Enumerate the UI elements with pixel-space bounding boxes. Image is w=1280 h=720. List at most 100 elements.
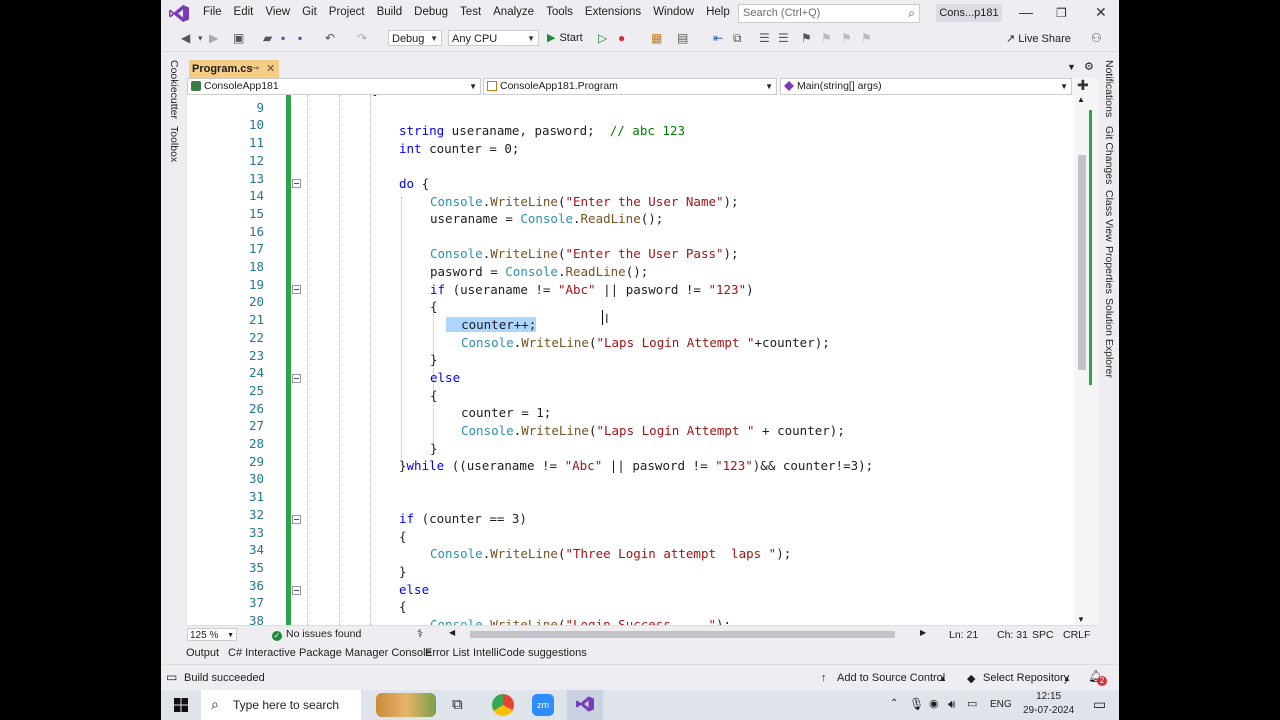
toolbox-tab[interactable]: Toolbox	[168, 126, 180, 162]
menu-test[interactable]: Test	[454, 6, 487, 18]
collapse-toggle[interactable]	[292, 285, 301, 294]
settings-gear-icon[interactable]: ⚙	[1084, 60, 1094, 73]
volume-icon[interactable]: 🔊︎	[948, 697, 956, 712]
zoom-select[interactable]: 125 % ▼	[187, 628, 237, 641]
class-dropdown[interactable]: ConsoleApp181.Program ▼	[483, 78, 777, 95]
menu-view[interactable]: View	[259, 6, 296, 18]
code-editor[interactable]: 8 9 10 11 12 13 14 15 16 17 18 19 20 21 …	[187, 95, 1074, 625]
open-file-icon[interactable]: ▰	[263, 31, 272, 45]
solution-explorer-tab[interactable]: Solution Explorer	[1103, 298, 1115, 378]
layout-icon[interactable]: ▤	[677, 31, 688, 45]
clear-bookmarks-icon[interactable]: ⚑	[861, 31, 872, 45]
menu-edit[interactable]: Edit	[228, 6, 260, 18]
breakpoints-icon[interactable]: ⧉	[733, 31, 742, 46]
issues-indicator[interactable]: ✓ No issues found	[272, 628, 361, 641]
platform-select[interactable]: Any CPU ▼	[448, 30, 539, 46]
scroll-down-icon[interactable]: ▼	[1077, 615, 1085, 624]
scroll-up-icon[interactable]: ▲	[1077, 95, 1085, 104]
task-view-icon[interactable]: ⧉	[452, 696, 463, 713]
tab-output[interactable]: Output	[186, 647, 219, 659]
hot-reload-icon[interactable]: ●	[618, 31, 625, 45]
line-ending-indicator[interactable]: CRLF	[1063, 629, 1090, 641]
menu-project[interactable]: Project	[323, 6, 371, 18]
windows-start-icon[interactable]	[174, 698, 188, 712]
chrome-icon[interactable]	[492, 694, 514, 716]
toolbar-tool-icon[interactable]: ▦	[651, 31, 662, 45]
location-icon[interactable]: ◉	[929, 697, 939, 710]
uncomment-icon[interactable]: ☰	[778, 31, 789, 45]
menu-debug[interactable]: Debug	[408, 6, 454, 18]
dropdown-icon[interactable]: ▾	[198, 33, 203, 44]
configuration-select[interactable]: Debug ▼	[388, 30, 442, 46]
undo-icon[interactable]: ↶	[325, 31, 335, 45]
notifications-tab[interactable]: Notifications	[1103, 60, 1115, 117]
collapse-toggle[interactable]	[292, 374, 301, 383]
pin-icon[interactable]: ⊸	[251, 60, 259, 78]
split-window-icon[interactable]: ✚	[1077, 77, 1089, 94]
whitespace-indicator[interactable]: SPC	[1032, 629, 1054, 641]
battery-icon[interactable]: ▭	[967, 697, 977, 710]
line-indicator[interactable]: Ln: 21	[949, 629, 978, 641]
menu-git[interactable]: Git	[296, 6, 323, 18]
comment-out-icon[interactable]: ☰	[759, 31, 770, 45]
new-project-icon[interactable]: ▣	[233, 31, 244, 45]
scroll-right-icon[interactable]: ▶	[920, 628, 926, 637]
menu-build[interactable]: Build	[371, 6, 409, 18]
widget-tiger-icon[interactable]	[376, 693, 436, 717]
code-cleanup-icon[interactable]: ⚕	[417, 627, 423, 640]
collapse-toggle[interactable]	[292, 179, 301, 188]
step-icon[interactable]: ⇤	[713, 31, 723, 45]
tab-list-dropdown-icon[interactable]: ▼	[1067, 62, 1076, 72]
restore-icon[interactable]: ❐	[1056, 6, 1067, 20]
menu-tools[interactable]: Tools	[540, 6, 579, 18]
horizontal-scrollbar-thumb[interactable]	[470, 631, 895, 638]
scroll-left-icon[interactable]: ◀	[449, 628, 455, 637]
column-indicator[interactable]: Ch: 31	[997, 629, 1028, 641]
bookmark-icon[interactable]: ⚑	[801, 31, 812, 45]
taskbar-search-box[interactable]: ⌕ Type here to search	[201, 690, 361, 720]
visual-studio-taskbar-button[interactable]	[567, 690, 603, 720]
properties-tab[interactable]: Properties	[1103, 246, 1115, 294]
tab-package-manager-console[interactable]: Package Manager Console	[299, 647, 432, 659]
start-debugging-button[interactable]: ▶ Start	[547, 31, 583, 44]
start-without-debugging-icon[interactable]: ▷	[598, 31, 607, 45]
menu-analyze[interactable]: Analyze	[487, 6, 540, 18]
class-view-tab[interactable]: Class View	[1103, 190, 1115, 242]
tab-csharp-interactive[interactable]: C# Interactive	[228, 647, 296, 659]
solution-name-badge[interactable]: Cons...p181	[936, 4, 1002, 22]
collapse-toggle[interactable]	[292, 586, 301, 595]
live-share-button[interactable]: ↗ Live Share	[1006, 32, 1071, 45]
feedback-icon[interactable]: ⚇	[1091, 31, 1102, 45]
microphone-icon[interactable]: 🎙︎	[909, 697, 924, 711]
menu-file[interactable]: File	[197, 6, 228, 18]
language-indicator[interactable]: ENG	[990, 699, 1012, 710]
save-icon[interactable]: ▪	[281, 31, 285, 45]
taskbar-clock[interactable]: 12:15 29-07-2024	[1023, 690, 1074, 718]
redo-icon[interactable]: ↷	[357, 31, 367, 45]
select-repository-button[interactable]: Select Repository	[983, 672, 1069, 684]
git-changes-tab[interactable]: Git Changes	[1103, 126, 1115, 184]
menu-window[interactable]: Window	[647, 6, 700, 18]
collapse-toggle[interactable]	[292, 515, 301, 524]
close-tab-icon[interactable]: ✕	[266, 60, 275, 78]
search-input[interactable]: Search (Ctrl+Q) ⌕	[738, 4, 920, 23]
system-tray-chevron-icon[interactable]: ⌃	[890, 698, 898, 709]
tab-error-list[interactable]: Error List	[425, 647, 470, 659]
tab-program-cs[interactable]: Program.cs ⊸ ✕	[189, 60, 279, 78]
notifications-center-icon[interactable]: ▭	[1093, 696, 1106, 713]
prev-bookmark-icon[interactable]: ⚑	[821, 31, 832, 45]
zoom-app-icon[interactable]: zm	[532, 694, 554, 716]
navigate-back-icon[interactable]: ◀	[181, 31, 190, 45]
save-all-icon[interactable]: ▪	[298, 31, 302, 45]
menu-help[interactable]: Help	[700, 6, 736, 18]
tab-intellicode-suggestions[interactable]: IntelliCode suggestions	[473, 647, 587, 659]
member-dropdown[interactable]: Main(string[] args) ▼	[780, 78, 1072, 95]
vertical-scrollbar[interactable]: ▲ ▼	[1074, 95, 1098, 625]
close-icon[interactable]: ✕	[1095, 4, 1107, 21]
cookiecutter-tab[interactable]: Cookiecutter	[168, 60, 180, 119]
menu-extensions[interactable]: Extensions	[579, 6, 647, 18]
project-dropdown[interactable]: ConsoleApp181 ▼	[187, 78, 481, 95]
minimize-icon[interactable]: —	[1019, 4, 1033, 20]
navigate-forward-icon[interactable]: ▶	[209, 31, 218, 45]
add-to-source-control-button[interactable]: Add to Source Control	[837, 672, 945, 684]
